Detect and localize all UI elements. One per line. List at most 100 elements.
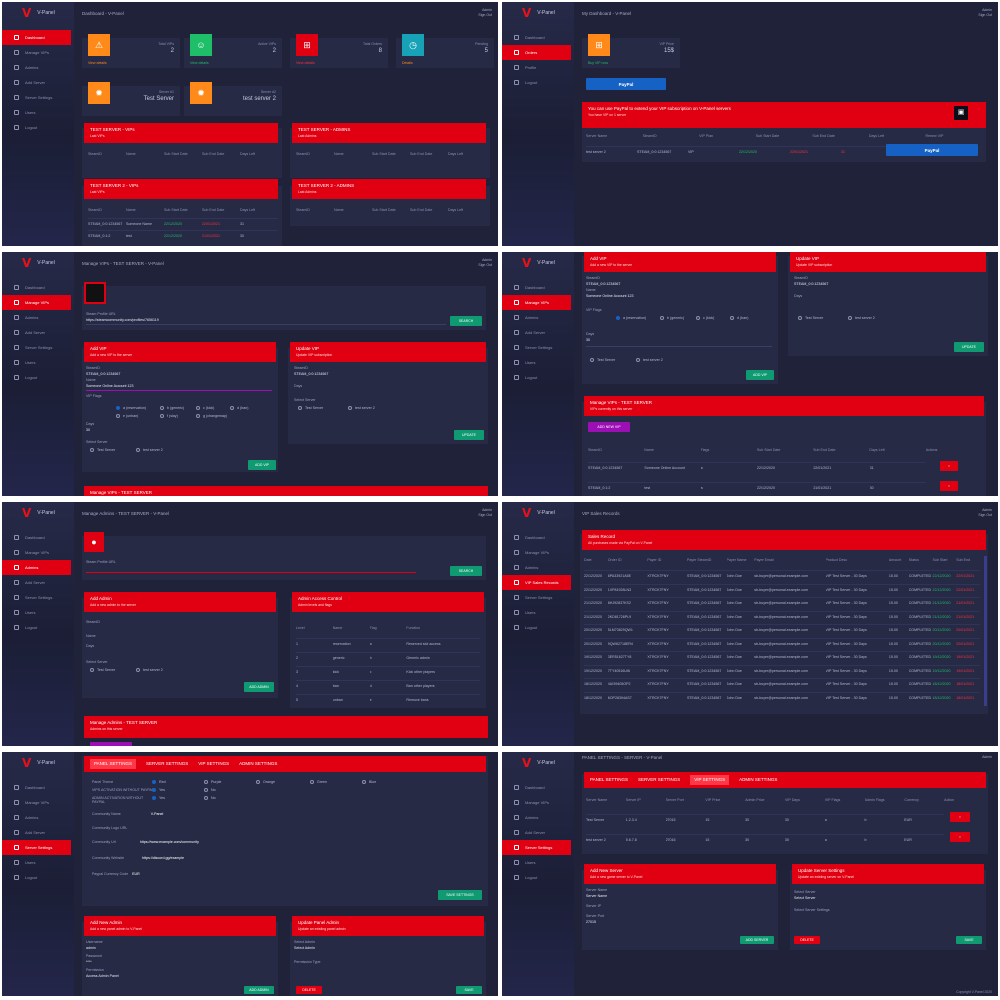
- sidebar-item-orders[interactable]: Orders: [502, 45, 571, 60]
- sidebar-item-logout[interactable]: Logout: [2, 870, 74, 885]
- delete-server-update-button[interactable]: DELETE: [794, 936, 820, 944]
- flag-checkbox[interactable]: g (changemap): [196, 414, 227, 418]
- sidebar-item-logout[interactable]: Logout: [2, 620, 74, 635]
- save-settings-button[interactable]: SAVE SETTINGS: [438, 890, 482, 900]
- theme-radio[interactable]: Green: [310, 780, 327, 784]
- sidebar-item-logout[interactable]: Logout: [2, 370, 74, 385]
- sidebar-item-vips[interactable]: Manage VIPs: [502, 545, 574, 560]
- tab-admin-settings[interactable]: ADMIN SETTINGS: [239, 761, 277, 767]
- sidebar-item-dashboard[interactable]: Dashboard: [2, 780, 74, 795]
- sidebar-item-users[interactable]: Users: [2, 855, 74, 870]
- add-admin-button[interactable]: ADD ADMIN: [244, 682, 274, 692]
- name-field[interactable]: Name Someone Online Account 123: [86, 378, 134, 388]
- server-name-field[interactable]: Server Name Server Name: [586, 888, 607, 898]
- username-field[interactable]: Username admin: [86, 940, 103, 950]
- tab-server-settings[interactable]: SERVER SETTINGS: [146, 761, 188, 767]
- sidebar-item-add-server[interactable]: Add Server: [2, 575, 74, 590]
- sidebar-item-dashboard[interactable]: Dashboard: [502, 780, 574, 795]
- server-checkbox[interactable]: test server 2: [136, 668, 163, 672]
- currency-field[interactable]: Paypal Currency Code EUR: [92, 872, 140, 876]
- server-checkbox[interactable]: test server 2: [348, 406, 375, 410]
- flag-checkbox[interactable]: a (reservation): [616, 316, 646, 320]
- tab-vip-settings[interactable]: VIP SETTINGS: [690, 775, 730, 785]
- sidebar-item-users[interactable]: Users: [2, 105, 74, 120]
- search-button[interactable]: SEARCH: [450, 566, 482, 576]
- sidebar-item-dashboard[interactable]: Dashboard: [502, 30, 574, 45]
- days-field[interactable]: Days 30: [86, 422, 94, 432]
- tab-server-settings[interactable]: SERVER SETTINGS: [638, 777, 680, 783]
- server-checkbox[interactable]: test server 2: [636, 358, 663, 362]
- sidebar-item-admins[interactable]: Admins: [502, 560, 574, 575]
- days-field[interactable]: Days 30: [586, 332, 594, 342]
- server-checkbox[interactable]: Test Server: [90, 668, 115, 672]
- steamid-field[interactable]: SteamID STEAM_0:0:1234567: [586, 276, 620, 286]
- user-menu[interactable]: Admin Sign Out: [978, 508, 992, 518]
- add-server-button[interactable]: ADD SERVER: [740, 936, 774, 944]
- sidebar-item-admins[interactable]: Admins: [502, 810, 574, 825]
- user-menu[interactable]: Admin: [982, 755, 992, 760]
- sidebar-item-admins[interactable]: Admins: [2, 310, 74, 325]
- sidebar-item-add-server[interactable]: Add Server: [502, 325, 574, 340]
- sidebar-item-settings[interactable]: Server Settings: [502, 340, 574, 355]
- name-field[interactable]: Name Someone Online Account 123: [586, 288, 634, 298]
- community-name-field[interactable]: Community Name V-Panel: [92, 812, 163, 816]
- tab-panel-settings[interactable]: PANEL SETTINGS: [590, 777, 628, 783]
- server-checkbox[interactable]: Test Server: [798, 316, 823, 320]
- delete-button[interactable]: ▪: [940, 461, 958, 471]
- server-checkbox[interactable]: Test Server: [590, 358, 615, 362]
- delete-server-button[interactable]: ▪: [950, 832, 970, 842]
- sidebar-item-admins[interactable]: Admins: [2, 560, 71, 575]
- save-admin-button[interactable]: SAVE: [456, 986, 482, 994]
- scrollbar[interactable]: [984, 556, 987, 706]
- sidebar-item-vips[interactable]: Manage VIPs: [2, 545, 74, 560]
- sidebar-item-logout[interactable]: Logout: [502, 75, 574, 90]
- delete-button[interactable]: ▪: [940, 481, 958, 491]
- flag-checkbox[interactable]: b (generic): [660, 316, 684, 320]
- paypal-button[interactable]: PayPal: [586, 78, 666, 90]
- days-field[interactable]: Days: [794, 294, 802, 298]
- sidebar-item-vips[interactable]: Manage VIPs: [2, 795, 74, 810]
- user-menu[interactable]: Admin Sign Out: [478, 258, 492, 268]
- update-vip-button[interactable]: UPDATE: [954, 342, 984, 352]
- sidebar-item-users[interactable]: Users: [502, 855, 574, 870]
- flag-checkbox[interactable]: c (kick): [196, 406, 214, 410]
- save-server-button[interactable]: SAVE: [956, 936, 982, 944]
- sidebar-item-add-server[interactable]: Add Server: [2, 825, 74, 840]
- sidebar-item-logout[interactable]: Logout: [502, 370, 574, 385]
- steamid-field[interactable]: SteamID STEAM_0:0:1234567: [294, 366, 328, 376]
- vip-activation-radio[interactable]: No: [204, 788, 216, 792]
- steamid-field[interactable]: SteamID STEAM_0:0:1234567: [794, 276, 828, 286]
- flag-checkbox[interactable]: e (unban): [116, 414, 138, 418]
- sidebar-item-dashboard[interactable]: Dashboard: [2, 530, 74, 545]
- tab-panel-settings[interactable]: PANEL SETTINGS: [90, 759, 137, 769]
- server-port-field[interactable]: Server Port 27015: [586, 914, 604, 924]
- steamid-field[interactable]: SteamID STEAM_0:0:1234567: [86, 366, 120, 376]
- select-server-settings-field[interactable]: Select Server Settings: [794, 908, 830, 912]
- sidebar-item-add-server[interactable]: Add Server: [2, 75, 74, 90]
- add-vip-button[interactable]: ADD VIP: [248, 460, 276, 470]
- theme-radio[interactable]: Red: [152, 780, 166, 784]
- sidebar-item-settings[interactable]: Server Settings: [2, 90, 74, 105]
- select-server-field[interactable]: Select Server Select Server: [794, 890, 816, 900]
- sidebar-item-dashboard[interactable]: Dashboard: [2, 280, 74, 295]
- theme-radio[interactable]: Orange: [256, 780, 275, 784]
- sidebar-item-users[interactable]: Users: [2, 605, 74, 620]
- flag-checkbox[interactable]: c (kick): [696, 316, 714, 320]
- profile-url-field[interactable]: Steam Profile URL https://steamcommunity.…: [86, 312, 466, 322]
- add-new-vip-button[interactable]: ADD NEW VIP: [588, 422, 630, 432]
- profile-url-field[interactable]: Steam Profile URL: [86, 560, 116, 564]
- server-checkbox[interactable]: Test Server: [90, 448, 115, 452]
- renew-paypal-button[interactable]: PayPal: [886, 144, 978, 156]
- name-field[interactable]: Name: [86, 634, 96, 638]
- user-menu[interactable]: Admin Sign Out: [978, 8, 992, 18]
- sidebar-item-vips[interactable]: Manage VIPs: [2, 295, 71, 310]
- server-checkbox[interactable]: test server 2: [848, 316, 875, 320]
- delete-admin-button[interactable]: DELETE: [296, 986, 322, 994]
- search-button[interactable]: SEARCH: [450, 316, 482, 326]
- sidebar-item-logout[interactable]: Logout: [502, 620, 574, 635]
- permission-field[interactable]: Permission Access Admin Panel: [86, 968, 119, 978]
- sidebar-item-settings[interactable]: Server Settings: [2, 340, 74, 355]
- sidebar-item-dashboard[interactable]: Dashboard: [502, 280, 574, 295]
- sidebar-item-users[interactable]: Users: [502, 605, 574, 620]
- sidebar-item-admins[interactable]: Admins: [2, 60, 74, 75]
